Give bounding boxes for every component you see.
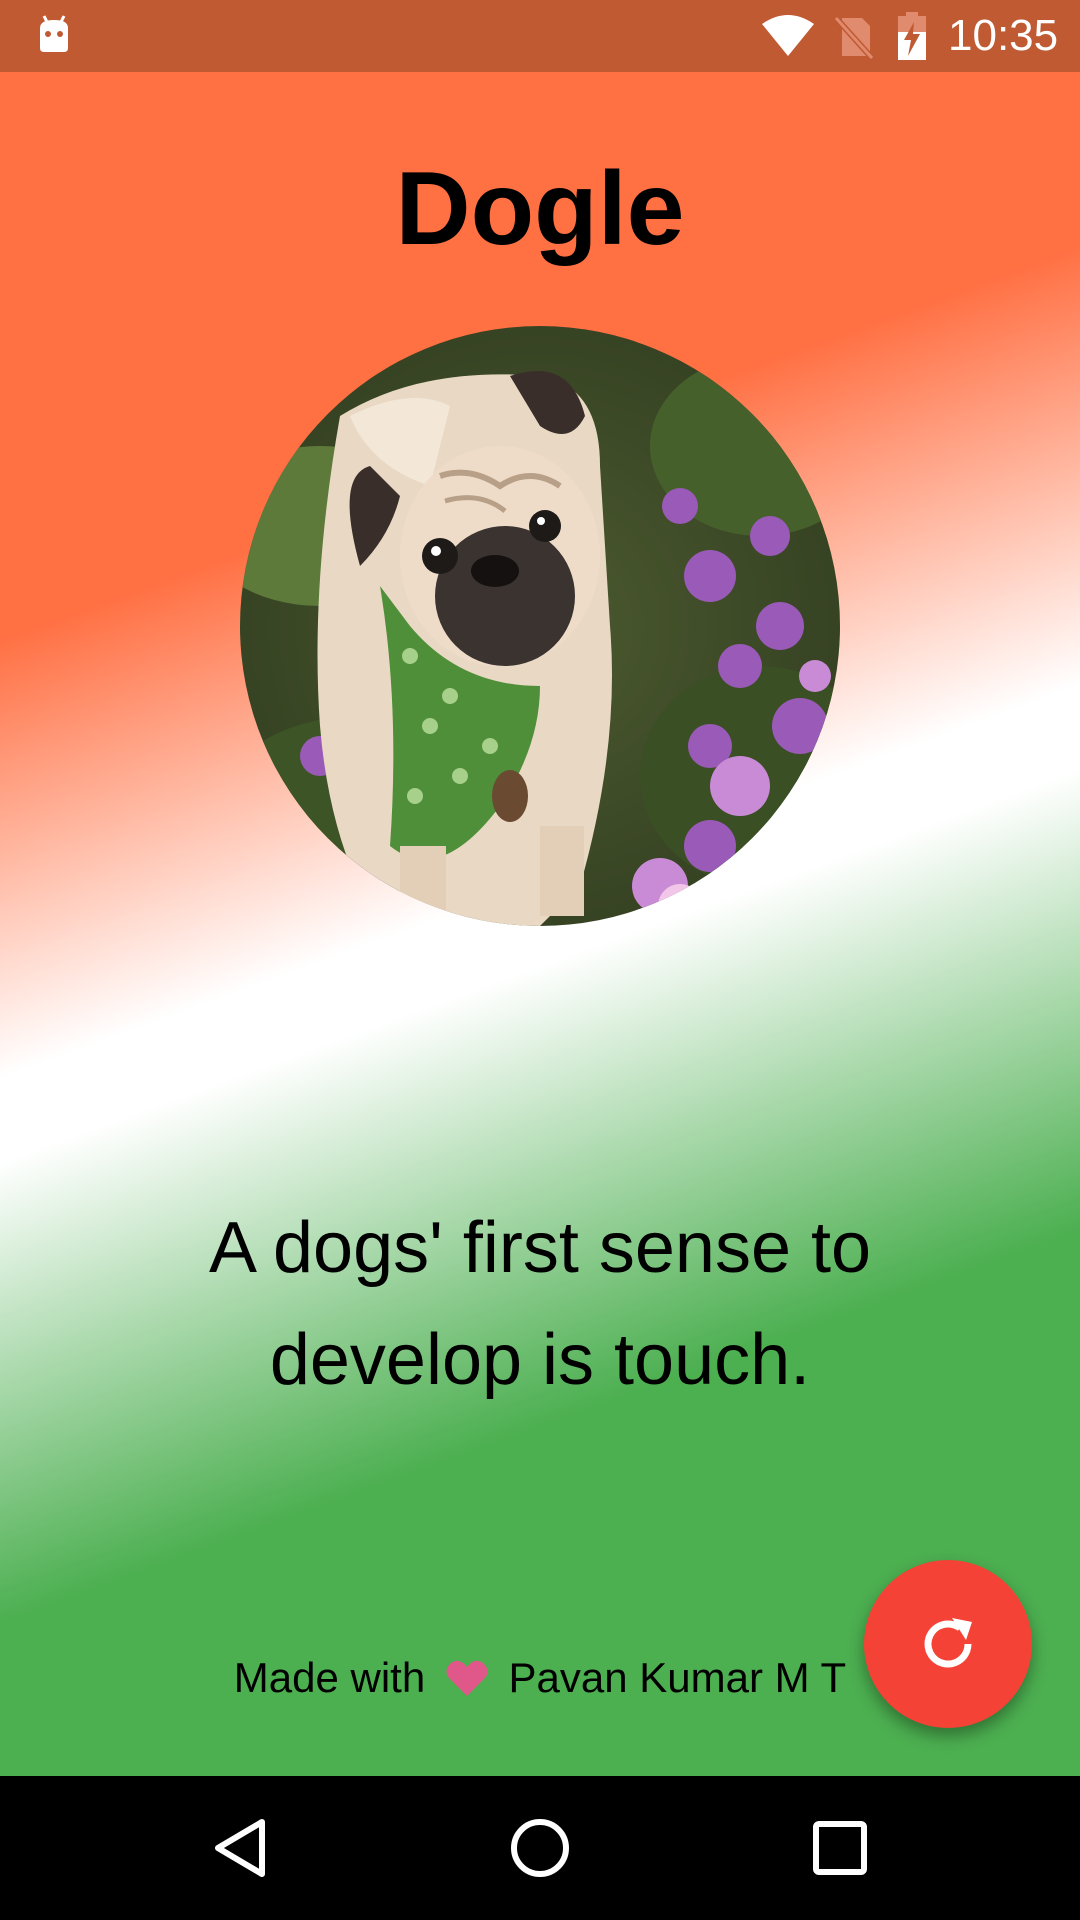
dog-photo [240,326,840,926]
status-bar: 10:35 [0,0,1080,72]
app-title: Dogle [395,151,685,267]
battery-charging-icon [898,12,926,60]
android-notification-icon [40,15,68,52]
back-icon[interactable] [204,1812,276,1884]
credit-author: Pavan Kumar M T [508,1654,847,1701]
dog-fact-text: A dogs' first sense to develop is touch. [208,1208,872,1400]
refresh-button[interactable] [864,1560,1032,1728]
pug-image [240,326,840,926]
wifi-icon [762,15,814,56]
credit-prefix: Made with [233,1654,426,1701]
no-sim-icon [834,15,874,60]
recents-icon[interactable] [804,1812,876,1884]
home-icon[interactable] [504,1812,576,1884]
navigation-bar [0,1776,1080,1920]
status-clock: 10:35 [948,11,1059,60]
heart-icon [446,1660,488,1696]
refresh-icon [924,1618,972,1668]
main-content: Dogle A dogs' first sense to develop is … [0,72,1080,1776]
app-screen: 10:35 Dogle A dogs' first sense to devel… [0,0,1080,1920]
